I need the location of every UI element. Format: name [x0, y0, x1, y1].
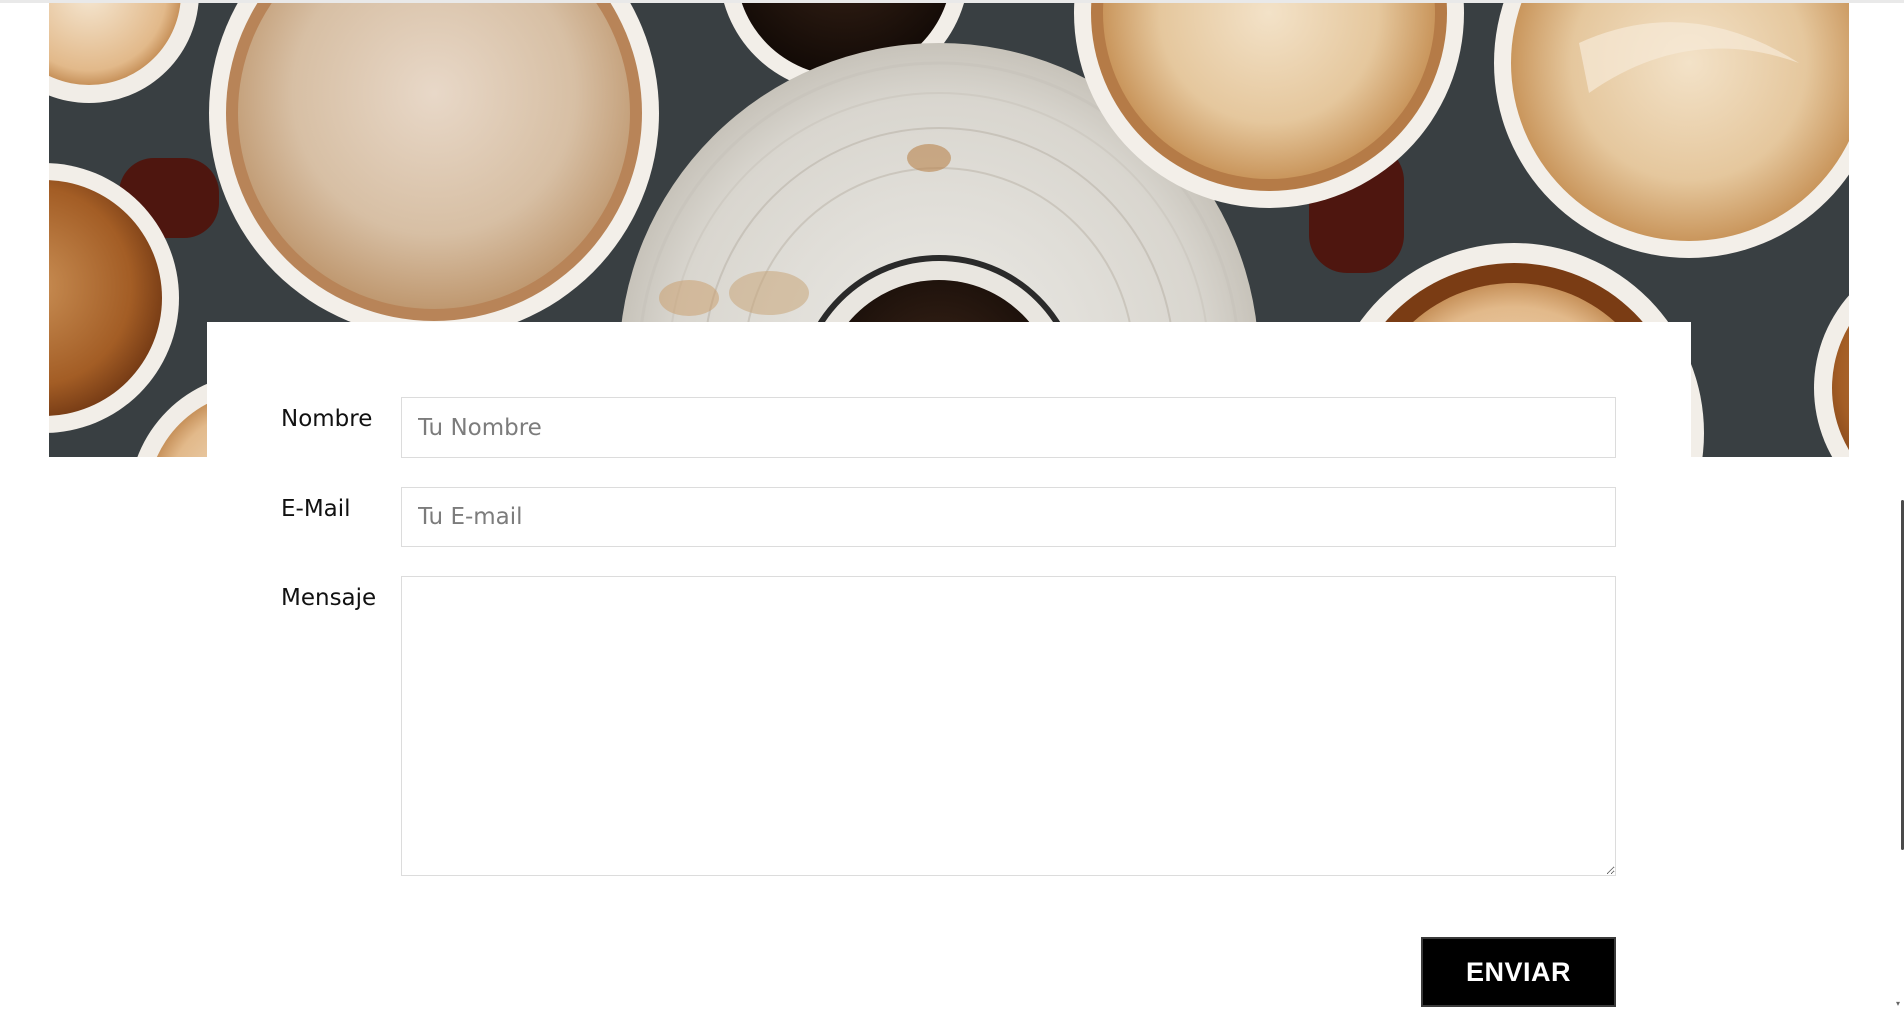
- scroll-down-arrow-icon[interactable]: ▾: [1896, 1000, 1904, 1008]
- message-label: Mensaje: [281, 585, 377, 611]
- name-label: Nombre: [281, 406, 373, 432]
- email-input[interactable]: [401, 487, 1616, 547]
- submit-button[interactable]: ENVIAR: [1421, 937, 1616, 1007]
- name-input[interactable]: [401, 397, 1616, 458]
- message-textarea[interactable]: [401, 576, 1616, 876]
- email-label: E-Mail: [281, 496, 351, 522]
